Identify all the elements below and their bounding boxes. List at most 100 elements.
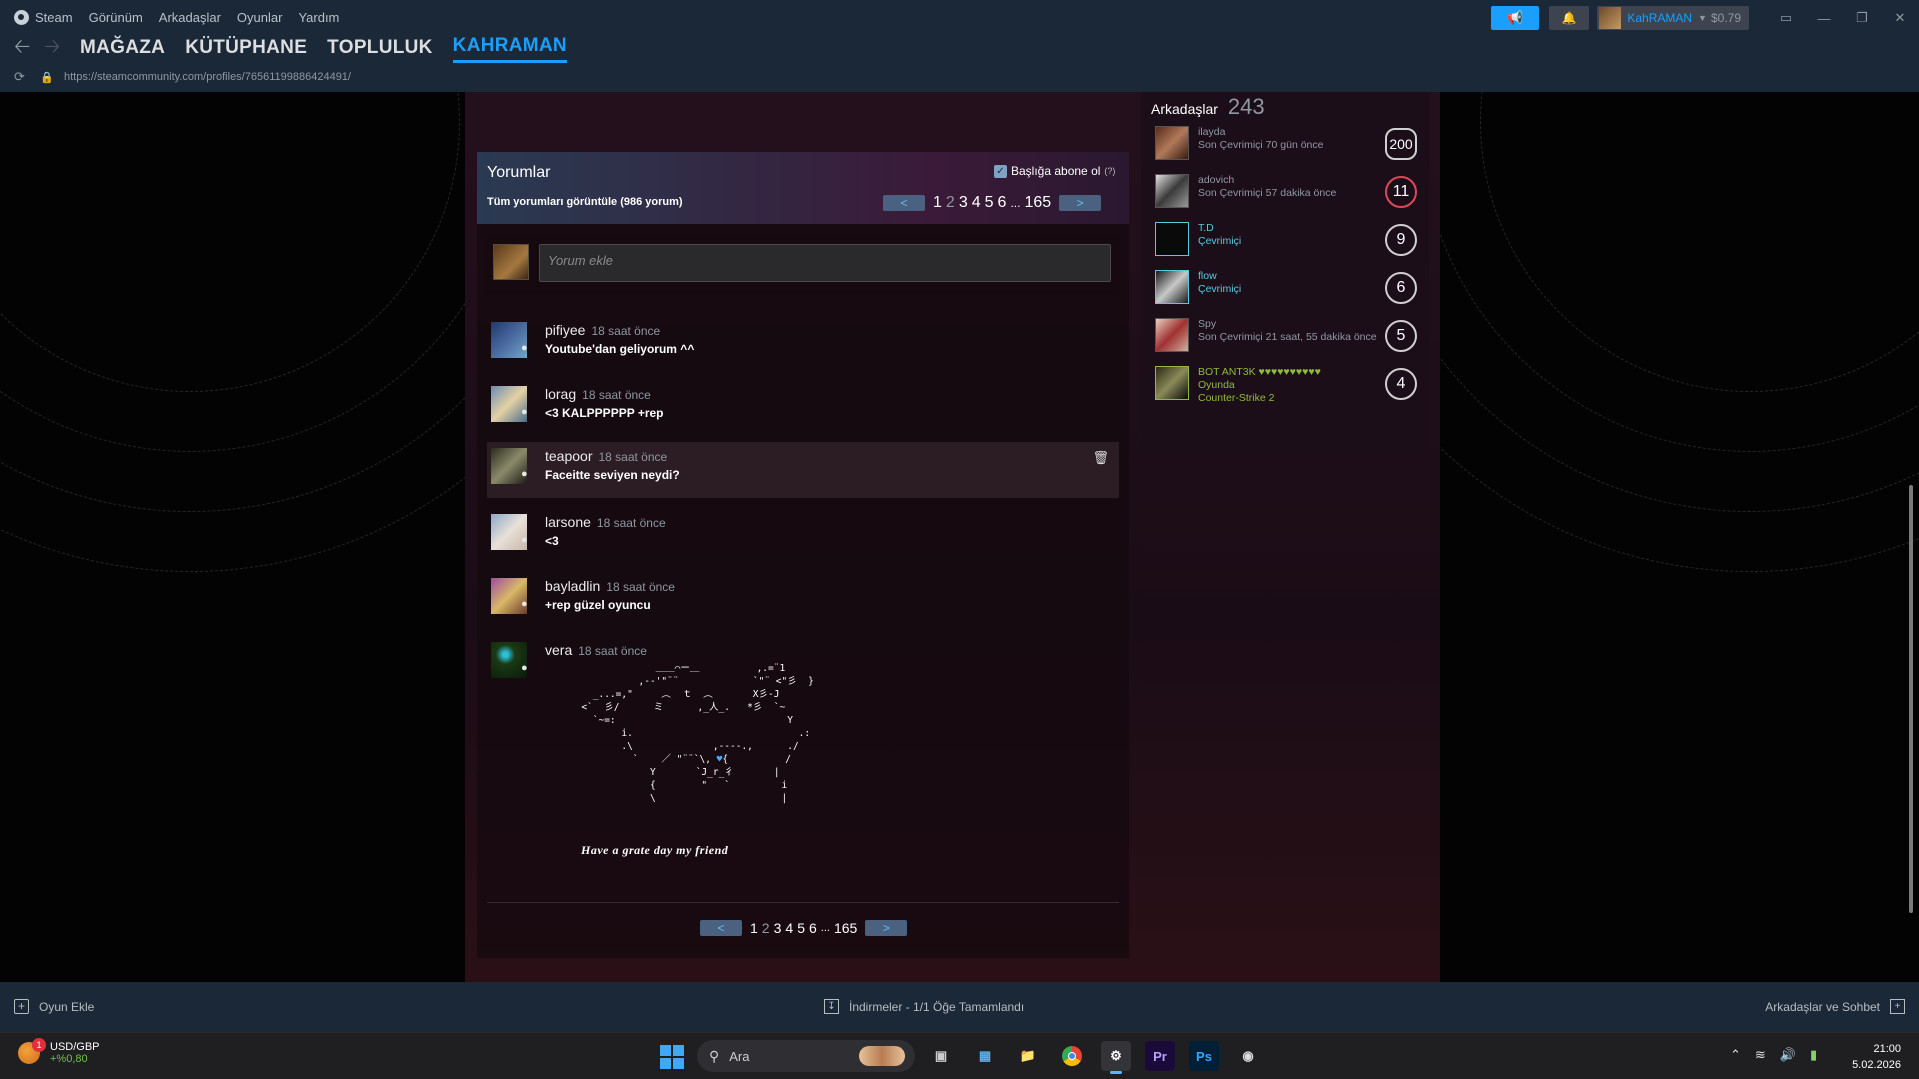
comment-author[interactable]: teapoor: [545, 448, 592, 464]
tab-library[interactable]: KÜTÜPHANE: [185, 37, 307, 62]
pager-page[interactable]: 6: [998, 194, 1007, 212]
close-icon[interactable]: ✕: [1881, 10, 1919, 26]
view-all-comments-link[interactable]: Tüm yorumları görüntüle (986 yorum): [487, 196, 683, 208]
reload-icon[interactable]: ⟳: [14, 69, 40, 85]
pager-page[interactable]: 1: [750, 920, 758, 936]
help-icon[interactable]: (?): [1104, 166, 1115, 176]
comment-time: 18 saat önce: [606, 580, 675, 594]
windows-start-icon[interactable]: [660, 1045, 684, 1069]
pager-page[interactable]: 5: [797, 920, 805, 936]
pager-page-current: 2: [761, 920, 770, 936]
comment-author[interactable]: bayladlin: [545, 578, 600, 594]
pager-page[interactable]: 4: [972, 194, 981, 212]
notifications-button[interactable]: 🔔: [1549, 6, 1590, 30]
pager-page[interactable]: 4: [785, 920, 793, 936]
friend-item[interactable]: flow Çevrimiçi 6: [1155, 270, 1425, 310]
restore-icon[interactable]: ❐: [1843, 10, 1881, 26]
comment-item: ● larsone 18 saat önce <3: [487, 508, 1119, 560]
premiere-pro-icon[interactable]: Pr: [1145, 1041, 1175, 1071]
account-menu[interactable]: KahRAMAN ▼ $0.79: [1597, 6, 1749, 30]
friend-item[interactable]: BOT ANT3K ♥♥♥♥♥♥♥♥♥♥ Oyunda Counter-Stri…: [1155, 366, 1425, 406]
friend-level-badge: 11: [1385, 176, 1417, 208]
friend-status: Son Çevrimiçi 21 saat, 55 dakika önce: [1198, 331, 1377, 343]
friends-header[interactable]: Arkadaşlar 243: [1151, 94, 1265, 120]
friends-chat-button[interactable]: Arkadaşlar ve Sohbet +: [1765, 999, 1905, 1014]
subscribe-checkbox[interactable]: ✓: [994, 164, 1007, 178]
pager-page[interactable]: 1: [933, 194, 942, 212]
comment-time: 18 saat önce: [582, 388, 651, 402]
pager-next-button[interactable]: >: [865, 920, 908, 936]
pager-prev-button[interactable]: <: [883, 195, 925, 211]
friend-game: Counter-Strike 2: [1198, 392, 1275, 404]
taskbar-clock[interactable]: 21:00 5.02.2026: [1852, 1041, 1901, 1073]
tab-store[interactable]: MAĞAZA: [80, 37, 165, 62]
friend-item[interactable]: ilayda Son Çevrimiçi 70 gün önce 200: [1155, 126, 1425, 166]
battery-icon[interactable]: ▮: [1810, 1047, 1817, 1063]
trash-icon[interactable]: 🗑: [1092, 450, 1109, 466]
taskbar-search[interactable]: ⚲ Ara: [697, 1040, 915, 1072]
profile-badge-icon: ●: [521, 406, 528, 418]
add-game-button[interactable]: + Oyun Ekle: [14, 999, 94, 1014]
comment-text: Youtube'dan geliyorum ^^: [545, 342, 695, 356]
obs-icon[interactable]: ◉: [1233, 1041, 1263, 1071]
pager-prev-button[interactable]: <: [700, 920, 742, 936]
subscribe-toggle[interactable]: ✓ Başlığa abone ol (?): [994, 164, 1115, 178]
tab-community[interactable]: TOPLULUK: [327, 37, 433, 62]
comment-text: <3: [545, 534, 559, 548]
pager-page[interactable]: 3: [774, 920, 782, 936]
pager-page[interactable]: 5: [985, 194, 994, 212]
file-explorer-icon[interactable]: 📁: [1013, 1041, 1043, 1071]
widgets-button[interactable]: 1 USD/GBP +%0,80: [18, 1038, 100, 1065]
friend-avatar: [1155, 222, 1189, 256]
widgets-app-icon[interactable]: ▦: [970, 1041, 1000, 1071]
market-widget-icon: 1: [18, 1038, 46, 1064]
friend-avatar: [1155, 366, 1189, 400]
menu-view[interactable]: Görünüm: [89, 10, 143, 25]
menu-steam[interactable]: Steam: [14, 9, 73, 25]
friend-item[interactable]: Spy Son Çevrimiçi 21 saat, 55 dakika önc…: [1155, 318, 1425, 358]
volume-icon[interactable]: 🔊: [1780, 1047, 1796, 1063]
account-name: KahRAMAN: [1627, 11, 1693, 25]
lock-icon: 🔒: [40, 71, 54, 84]
menu-friends[interactable]: Arkadaşlar: [159, 10, 221, 25]
friend-status: Son Çevrimiçi 70 gün önce: [1198, 139, 1324, 151]
profile-badge-icon: ●: [521, 534, 528, 546]
pager-page[interactable]: 165: [834, 920, 857, 936]
comment-author[interactable]: larsone: [545, 514, 591, 530]
friend-item[interactable]: adovich Son Çevrimiçi 57 dakika önce 11: [1155, 174, 1425, 214]
page-scrollbar[interactable]: [1909, 485, 1913, 913]
chrome-icon[interactable]: [1057, 1041, 1087, 1071]
comment-item: ● teapoor 18 saat önce Faceitte seviyen n…: [487, 442, 1119, 498]
back-arrow-icon[interactable]: 🡠: [14, 32, 44, 66]
pager-page[interactable]: 165: [1024, 194, 1051, 212]
wifi-icon[interactable]: ≋: [1755, 1047, 1766, 1063]
friend-status: Oyunda: [1198, 379, 1235, 391]
comment-item: ● vera 18 saat önce ＿＿⌒ー＿ ,.=¨1 ,-‐'"¨¨ `…: [487, 636, 1119, 886]
url-text[interactable]: https://steamcommunity.com/profiles/7656…: [64, 71, 351, 83]
minimize-icon[interactable]: —: [1805, 11, 1843, 26]
friend-item[interactable]: T.D Çevrimiçi 9: [1155, 222, 1425, 262]
comment-author[interactable]: pifiyee: [545, 322, 585, 338]
top-right-controls: 📢 🔔 KahRAMAN ▼ $0.79 ▭ — ❐ ✕: [1491, 6, 1919, 30]
tray-overflow-icon[interactable]: ⌃: [1730, 1047, 1741, 1063]
tab-profile[interactable]: KAHRAMAN: [452, 35, 567, 63]
task-view-icon[interactable]: ▣: [926, 1041, 956, 1071]
steam-taskbar-icon[interactable]: ⚙: [1101, 1041, 1131, 1074]
widget-badge: 1: [32, 1038, 46, 1052]
profile-badge-icon: ●: [521, 342, 528, 354]
comment-time: 18 saat önce: [591, 324, 661, 338]
menu-games[interactable]: Oyunlar: [237, 10, 283, 25]
pager-page[interactable]: 6: [809, 920, 817, 936]
menu-help[interactable]: Yardım: [298, 10, 339, 25]
announcement-button[interactable]: 📢: [1491, 6, 1540, 30]
pager-next-button[interactable]: >: [1059, 195, 1102, 211]
big-picture-icon[interactable]: ▭: [1767, 10, 1805, 26]
friend-level-badge: 4: [1385, 368, 1417, 400]
photoshop-icon[interactable]: Ps: [1189, 1041, 1219, 1071]
downloads-button[interactable]: ↧ İndirmeler - 1/1 Öğe Tamamlandı: [824, 999, 1024, 1014]
pager-page[interactable]: 3: [959, 194, 968, 212]
comment-author[interactable]: lorag: [545, 386, 576, 402]
forward-arrow-icon[interactable]: 🡢: [44, 32, 74, 66]
comment-input[interactable]: Yorum ekle: [539, 244, 1111, 282]
comment-author[interactable]: vera: [545, 642, 572, 658]
